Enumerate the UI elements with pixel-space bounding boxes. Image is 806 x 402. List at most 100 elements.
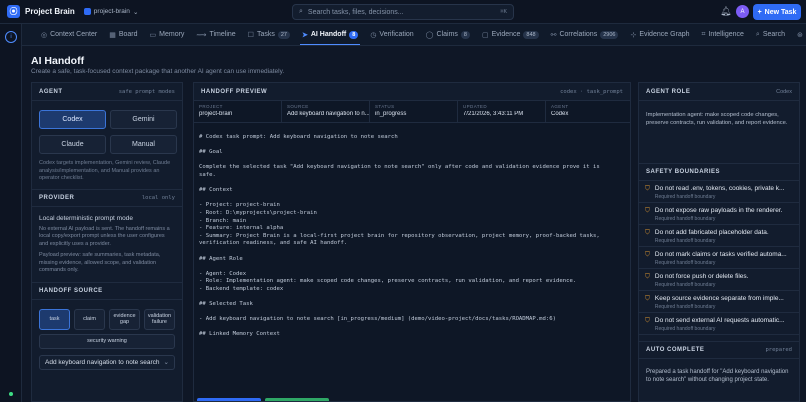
section-title: HANDOFF SOURCE	[39, 287, 103, 294]
info-icon[interactable]: i	[5, 31, 17, 43]
search-input[interactable]: ⌕ Search tasks, files, decisions... ⌘K	[292, 4, 514, 20]
prompt-line	[199, 263, 625, 271]
prompt-line	[199, 324, 625, 332]
tab-label: Verification	[379, 31, 414, 38]
tab-tasks[interactable]: ☐ Tasks 27	[242, 24, 296, 45]
tab-search[interactable]: ⌕ Search	[750, 24, 791, 45]
tab-label: Intelligence	[708, 31, 744, 38]
prompt-line	[199, 195, 625, 203]
count-badge: 2906	[600, 30, 619, 39]
tab-evidence[interactable]: ▢ Evidence 848	[476, 24, 545, 45]
prompt-line: Complete the selected task "Add keyboard…	[199, 164, 600, 171]
project-selector[interactable]: project-brain ⌄	[83, 8, 139, 16]
agent-section-header: AGENT safe prompt modes	[32, 83, 182, 101]
prompt-line: - Branch: main	[199, 217, 247, 224]
prompt-preview-text[interactable]: # Codex task prompt: Add keyboard naviga…	[194, 123, 630, 339]
tab-ai-handoff[interactable]: ➤ AI Handoff 8	[296, 24, 364, 45]
tab-label: Evidence	[491, 31, 521, 38]
tab-timeline[interactable]: ⟿ Timeline	[190, 24, 241, 45]
meta-value: Add keyboard navigation to n...	[287, 111, 369, 117]
source-option-claim[interactable]: claim	[74, 308, 105, 330]
chevron-down-icon: ⌄	[132, 8, 139, 16]
tab-context-center[interactable]: ◎ Context Center	[35, 24, 103, 45]
prompt-line: safe.	[199, 171, 216, 178]
tab-memory[interactable]: ▭ Memory	[144, 24, 191, 45]
tab-evidence-graph[interactable]: ⊹ Evidence Graph	[624, 24, 695, 45]
boundary-subtitle: Required handoff boundary	[654, 282, 716, 288]
tab-intelligence[interactable]: ⌗ Intelligence	[696, 24, 750, 45]
prompt-line: - Feature: internal alpha	[199, 225, 284, 232]
agent-options: Codex Gemini Claude Manual	[32, 101, 182, 154]
boundary-title: Do not add fabricated placeholder data.	[654, 229, 769, 236]
agent-role-header: AGENT ROLE Codex	[639, 83, 799, 101]
safety-boundary-item: ⛉ Do not send external AI requests automa…	[639, 313, 799, 335]
auto-complete-text: Prepared a task handoff for "Add keyboar…	[646, 369, 789, 383]
tab-label: Memory	[159, 31, 185, 38]
agent-hint: Codex targets implementation, Gemini rev…	[39, 160, 171, 181]
tab-board[interactable]: ▦ Board	[103, 24, 143, 45]
prompt-line: verification readiness, and safe AI hand…	[199, 240, 348, 247]
app-logo[interactable]: ⦿ Project Brain	[7, 5, 75, 18]
agent-option-claude[interactable]: Claude	[39, 135, 106, 154]
section-meta: Codex	[776, 88, 792, 95]
prompt-line	[199, 309, 625, 317]
tab-label: Search	[762, 31, 786, 38]
tab-label: Claims	[436, 31, 458, 38]
agent-option-manual[interactable]: Manual	[110, 135, 177, 154]
safety-boundary-item: ⛉ Do not read .env, tokens, cookies, priv…	[639, 181, 799, 203]
tab-correlations[interactable]: ⚯ Correlations 2906	[545, 24, 625, 45]
source-option-validation-failure[interactable]: validation failure	[144, 308, 175, 330]
section-meta: local only	[141, 194, 175, 201]
safety-boundaries-list: ⛉ Do not read .env, tokens, cookies, priv…	[639, 181, 799, 335]
agent-config-panel: AGENT safe prompt modes Codex Gemini Cla…	[31, 82, 183, 402]
handoff-source-header: HANDOFF SOURCE	[32, 281, 182, 300]
boundary-text: Do not mark claims or tasks verified aut…	[655, 251, 795, 266]
meta-project: PROJECT project-brain	[194, 101, 282, 122]
bell-icon[interactable]: 🔔︎	[720, 6, 731, 17]
count-badge: 8	[460, 30, 470, 39]
tab-bar: ◎ Context Center ▦ Board ▭ Memory ⟿ Timeline…	[22, 24, 806, 46]
boundary-subtitle: Required handoff boundary	[654, 326, 716, 332]
meta-value: 7/21/2026, 3:43:11 PM	[463, 111, 524, 117]
safety-boundary-item: ⛉ Do not add fabricated placeholder data.…	[639, 225, 799, 247]
new-task-button[interactable]: + New Task	[753, 4, 801, 20]
tab-verification[interactable]: ◷ Verification	[364, 24, 419, 45]
source-option-evidence-gap[interactable]: evidence gap	[109, 308, 140, 330]
tab-label: AI Handoff	[310, 31, 347, 38]
shield-icon: ⛉	[645, 295, 650, 302]
agent-option-codex[interactable]: Codex	[39, 110, 106, 129]
correlations-icon: ⚯	[550, 31, 557, 39]
timeline-icon: ⟿	[196, 31, 207, 39]
prompt-line: ## Agent Role	[199, 255, 243, 262]
source-option-security-warning[interactable]: security warning	[39, 333, 175, 349]
prompt-line: ## Goal	[199, 149, 223, 156]
shield-icon: ⛉	[645, 251, 650, 258]
tab-claims[interactable]: ◯ Claims 8	[420, 24, 476, 45]
avatar[interactable]: A	[736, 5, 749, 18]
prompt-line	[199, 248, 625, 256]
tab-label: Board	[118, 31, 138, 38]
agent-option-gemini[interactable]: Gemini	[110, 110, 177, 129]
page-title: AI Handoff	[31, 55, 85, 67]
task-select[interactable]: Add keyboard navigation to note search ⌄	[39, 354, 175, 370]
meta-key: STATUS	[375, 104, 395, 109]
section-title: AGENT ROLE	[646, 88, 691, 95]
target-icon: ◎	[41, 31, 48, 39]
boundary-title: Do not read .env, tokens, cookies, priva…	[654, 185, 785, 192]
source-option-task[interactable]: task	[39, 308, 70, 330]
meta-value: Codex	[551, 111, 569, 117]
handoff-preview-panel: HANDOFF PREVIEW codex · task_prompt PROJ…	[193, 82, 631, 402]
section-meta: safe prompt modes	[118, 88, 175, 95]
export-prompt-button[interactable]	[265, 398, 329, 401]
tab-label: Tasks	[256, 31, 275, 38]
verification-icon: ◷	[370, 31, 377, 39]
prompt-line: - Backend template: codex	[199, 285, 284, 292]
count-badge: 8	[349, 30, 359, 39]
tab-label: Evidence Graph	[639, 31, 690, 38]
meta-value: in_progress	[375, 111, 407, 117]
copy-prompt-button[interactable]	[197, 398, 261, 401]
tab-scan[interactable]: ⊛Sc	[791, 24, 806, 45]
status-dot	[9, 392, 13, 396]
agent-role-description: Implementation agent: make scoped code c…	[646, 112, 788, 126]
task-select-value: Add keyboard navigation to note search	[45, 358, 160, 366]
